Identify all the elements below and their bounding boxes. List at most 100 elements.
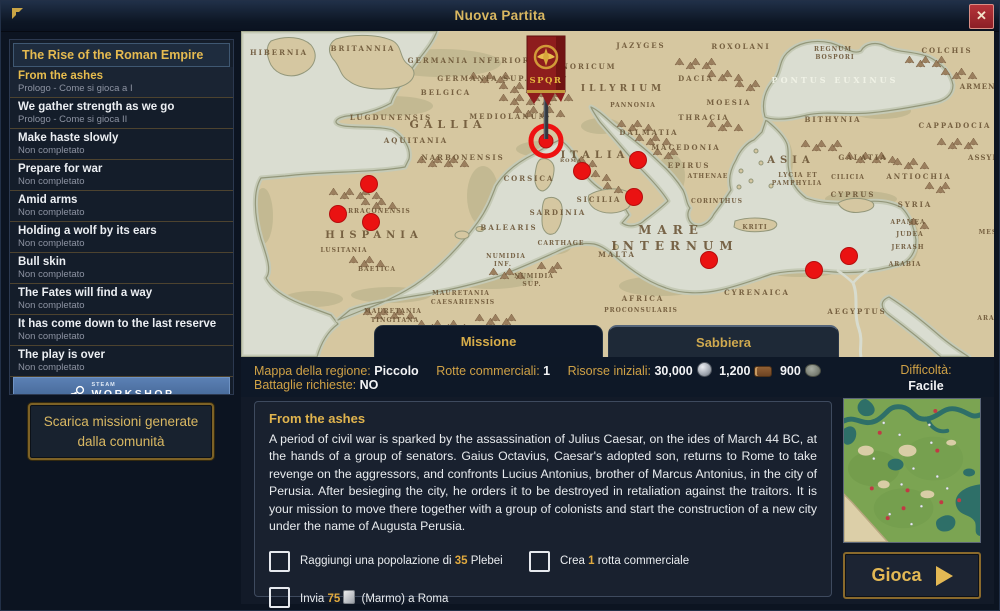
steam-workshop-button[interactable]: STEAM WORKSHOP bbox=[13, 377, 230, 395]
svg-text:ROXOLANI: ROXOLANI bbox=[711, 42, 770, 51]
sidebar-item-mission-7[interactable]: The Fates will find a way Non completato bbox=[10, 284, 233, 315]
svg-text:DACIA: DACIA bbox=[678, 74, 714, 83]
mission-title: From the ashes bbox=[18, 69, 225, 83]
tab-missione[interactable]: Missione bbox=[374, 325, 603, 357]
region-value: Piccolo bbox=[374, 364, 418, 378]
svg-text:ARABIA: ARABIA bbox=[888, 261, 922, 268]
sidebar-item-mission-5[interactable]: Holding a wolf by its ears Non completat… bbox=[10, 222, 233, 253]
mission-marker[interactable] bbox=[626, 189, 643, 206]
battles-value: NO bbox=[360, 378, 379, 392]
svg-text:JAZYGES: JAZYGES bbox=[615, 41, 665, 50]
svg-text:CILICIA: CILICIA bbox=[831, 174, 865, 181]
objective-checkbox[interactable] bbox=[529, 551, 550, 572]
svg-text:CAPPADOCIA: CAPPADOCIA bbox=[919, 121, 992, 130]
svg-text:HISPANIA: HISPANIA bbox=[325, 230, 422, 241]
title-bar: Nuova Partita ✕ bbox=[1, 1, 999, 32]
svg-text:PROCONSULARIS: PROCONSULARIS bbox=[604, 307, 678, 314]
svg-text:ANTIOCHIA: ANTIOCHIA bbox=[885, 172, 951, 181]
minimap-preview bbox=[843, 398, 981, 543]
sidebar-item-mission-2[interactable]: Make haste slowly Non completato bbox=[10, 129, 233, 160]
svg-text:ILLYRIUM: ILLYRIUM bbox=[581, 84, 665, 94]
objective-checkbox[interactable] bbox=[269, 587, 290, 608]
svg-text:INF.: INF. bbox=[494, 261, 512, 268]
svg-text:BOSPORI: BOSPORI bbox=[815, 54, 854, 61]
play-icon bbox=[936, 566, 953, 586]
svg-text:BALEARIS: BALEARIS bbox=[480, 223, 537, 232]
svg-text:NORICUM: NORICUM bbox=[561, 62, 616, 71]
tab-sabbiera[interactable]: Sabbiera bbox=[608, 325, 839, 357]
resource-coin-amount: 30,000 bbox=[654, 364, 692, 378]
svg-text:CARTHAGE: CARTHAGE bbox=[538, 240, 585, 247]
svg-text:THRACIA: THRACIA bbox=[678, 113, 729, 122]
difficulty-value: Facile bbox=[861, 378, 991, 394]
mission-sidebar: The Rise of the Roman Empire From the as… bbox=[9, 39, 234, 395]
svg-text:TINGITANA: TINGITANA bbox=[371, 317, 420, 324]
svg-text:MESO: MESO bbox=[979, 229, 994, 236]
play-button-label: Gioca bbox=[871, 565, 921, 586]
window-title: Nuova Partita bbox=[1, 8, 999, 23]
region-label: Mappa della regione: bbox=[254, 364, 371, 378]
mission-marker[interactable] bbox=[363, 214, 380, 231]
mission-info-bar: Mappa della regione: Piccolo Rotte comme… bbox=[241, 357, 994, 397]
sidebar-item-mission-9[interactable]: The play is over Non completato bbox=[10, 346, 233, 377]
campaign-title: The Rise of the Roman Empire bbox=[13, 43, 230, 67]
svg-text:MAURETANIA: MAURETANIA bbox=[364, 308, 422, 315]
svg-text:MEDIOLANUM: MEDIOLANUM bbox=[469, 112, 548, 121]
svg-text:PONTUS EUXINUS: PONTUS EUXINUS bbox=[772, 75, 899, 85]
sidebar-item-mission-8[interactable]: It has come down to the last reserve Non… bbox=[10, 315, 233, 346]
svg-text:ARAB: ARAB bbox=[976, 315, 994, 322]
svg-text:SICILIA: SICILIA bbox=[577, 195, 622, 204]
mission-description: A period of civil war is sparked by the … bbox=[269, 431, 817, 536]
mission-marker[interactable] bbox=[701, 252, 718, 269]
resource-stone-amount: 900 bbox=[780, 364, 801, 378]
wood-icon bbox=[754, 366, 772, 377]
mission-marker[interactable] bbox=[806, 262, 823, 279]
svg-text:NARBONENSIS: NARBONENSIS bbox=[421, 153, 504, 162]
sidebar-item-mission-6[interactable]: Bull skin Non completato bbox=[10, 253, 233, 284]
trade-routes-value: 1 bbox=[543, 364, 550, 378]
stone-icon bbox=[805, 364, 821, 377]
sidebar-item-mission-1[interactable]: We gather strength as we go Prologo - Co… bbox=[10, 98, 233, 129]
svg-text:BRITANNIA: BRITANNIA bbox=[331, 44, 396, 53]
resource-wood-amount: 1,200 bbox=[719, 364, 750, 378]
difficulty-box: Difficoltà: Facile bbox=[861, 362, 991, 394]
mission-marker[interactable] bbox=[841, 248, 858, 265]
mission-description-panel: From the ashes A period of civil war is … bbox=[254, 401, 832, 597]
mission-subtitle: Prologo - Come si gioca a I bbox=[18, 83, 225, 94]
world-map[interactable]: HIBERNIA BRITANNIA GERMANIA INFERIOR GERMAN… bbox=[241, 31, 994, 357]
svg-text:CYPRUS: CYPRUS bbox=[831, 190, 876, 199]
mission-marker[interactable] bbox=[330, 206, 347, 223]
objective-checkbox[interactable] bbox=[269, 551, 290, 572]
svg-text:NUMIDIA: NUMIDIA bbox=[514, 273, 554, 280]
objective-trade-route: Crea 1 rotta commerciale bbox=[529, 551, 689, 572]
mission-marker[interactable] bbox=[361, 176, 378, 193]
sidebar-item-mission-4[interactable]: Amid arms Non completato bbox=[10, 191, 233, 222]
svg-text:NUMIDIA: NUMIDIA bbox=[486, 253, 526, 260]
play-button[interactable]: Gioca bbox=[843, 552, 981, 599]
new-game-window: Nuova Partita ✕ The Rise of the Roman Em… bbox=[0, 0, 1000, 611]
svg-text:MACEDONIA: MACEDONIA bbox=[651, 143, 720, 152]
svg-text:JERASH: JERASH bbox=[890, 244, 924, 251]
svg-text:GERMANIA INFERIOR: GERMANIA INFERIOR bbox=[408, 56, 531, 65]
sidebar-item-mission-3[interactable]: Prepare for war Non completato bbox=[10, 160, 233, 191]
svg-text:HIBERNIA: HIBERNIA bbox=[250, 48, 308, 57]
svg-text:LYCIA ET: LYCIA ET bbox=[778, 172, 817, 179]
objective-send-marble: Invia 75 (Marmo) a Roma bbox=[269, 587, 529, 608]
sidebar-item-mission-0[interactable]: From the ashes Prologo - Come si gioca a… bbox=[10, 67, 233, 98]
svg-text:AEGYPTUS: AEGYPTUS bbox=[826, 307, 886, 316]
svg-text:CORINTHUS: CORINTHUS bbox=[691, 198, 743, 205]
trade-routes-label: Rotte commerciali: bbox=[436, 364, 540, 378]
mission-marker[interactable] bbox=[574, 163, 591, 180]
svg-text:REGNUM: REGNUM bbox=[814, 46, 852, 53]
svg-text:SARDINIA: SARDINIA bbox=[530, 208, 587, 217]
svg-text:GERMANIA SUP.: GERMANIA SUP. bbox=[437, 74, 529, 83]
svg-text:CORSICA: CORSICA bbox=[504, 174, 555, 183]
objective-population: Raggiungi una popolazione di 35 Plebei bbox=[269, 551, 529, 572]
mission-marker[interactable] bbox=[630, 152, 647, 169]
close-icon[interactable]: ✕ bbox=[969, 4, 994, 29]
svg-text:EPIRUS: EPIRUS bbox=[668, 161, 711, 170]
coin-icon bbox=[697, 362, 712, 377]
svg-text:ATHENAE: ATHENAE bbox=[687, 173, 729, 180]
download-community-missions-button[interactable]: Scarica missioni generate dalla comunità bbox=[28, 403, 214, 460]
svg-text:LUSITANIA: LUSITANIA bbox=[320, 247, 367, 254]
